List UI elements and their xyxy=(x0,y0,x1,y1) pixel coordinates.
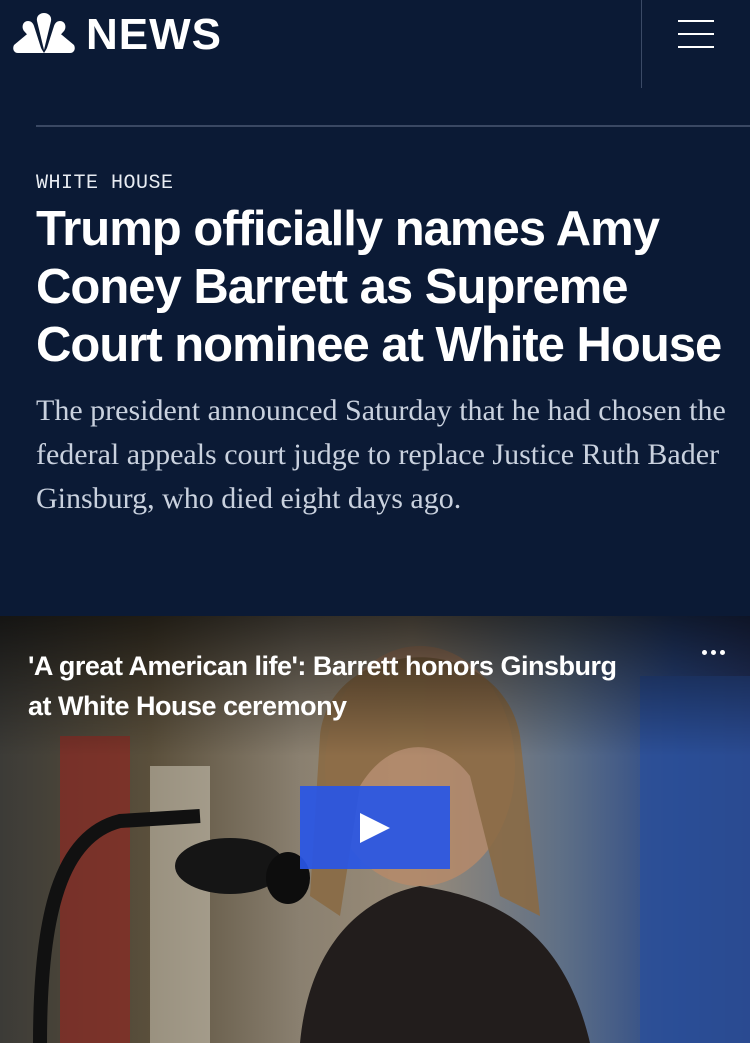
site-header: NEWS xyxy=(0,0,750,90)
video-player[interactable]: 'A great American life': Barrett honors … xyxy=(0,616,750,1043)
menu-line xyxy=(678,46,714,48)
brand-text: NEWS xyxy=(86,10,222,59)
header-divider xyxy=(641,0,642,88)
dot xyxy=(720,650,725,655)
article-dek: The president announced Saturday that he… xyxy=(36,394,726,515)
play-icon xyxy=(360,813,390,843)
nbc-news-logo[interactable]: NEWS xyxy=(12,12,222,58)
menu-line xyxy=(678,33,714,35)
video-title[interactable]: 'A great American life': Barrett honors … xyxy=(28,646,628,726)
section-label[interactable]: WHITE HOUSE xyxy=(36,172,174,195)
article-headline: Trump officially names Amy Coney Barrett… xyxy=(36,202,722,372)
ellipsis-icon[interactable] xyxy=(700,646,730,660)
section-divider xyxy=(36,125,750,127)
dot xyxy=(711,650,716,655)
menu-line xyxy=(678,20,714,22)
nbc-peacock-icon xyxy=(13,13,75,53)
play-button[interactable] xyxy=(300,786,450,869)
hamburger-menu-icon[interactable] xyxy=(676,18,716,52)
dot xyxy=(702,650,707,655)
